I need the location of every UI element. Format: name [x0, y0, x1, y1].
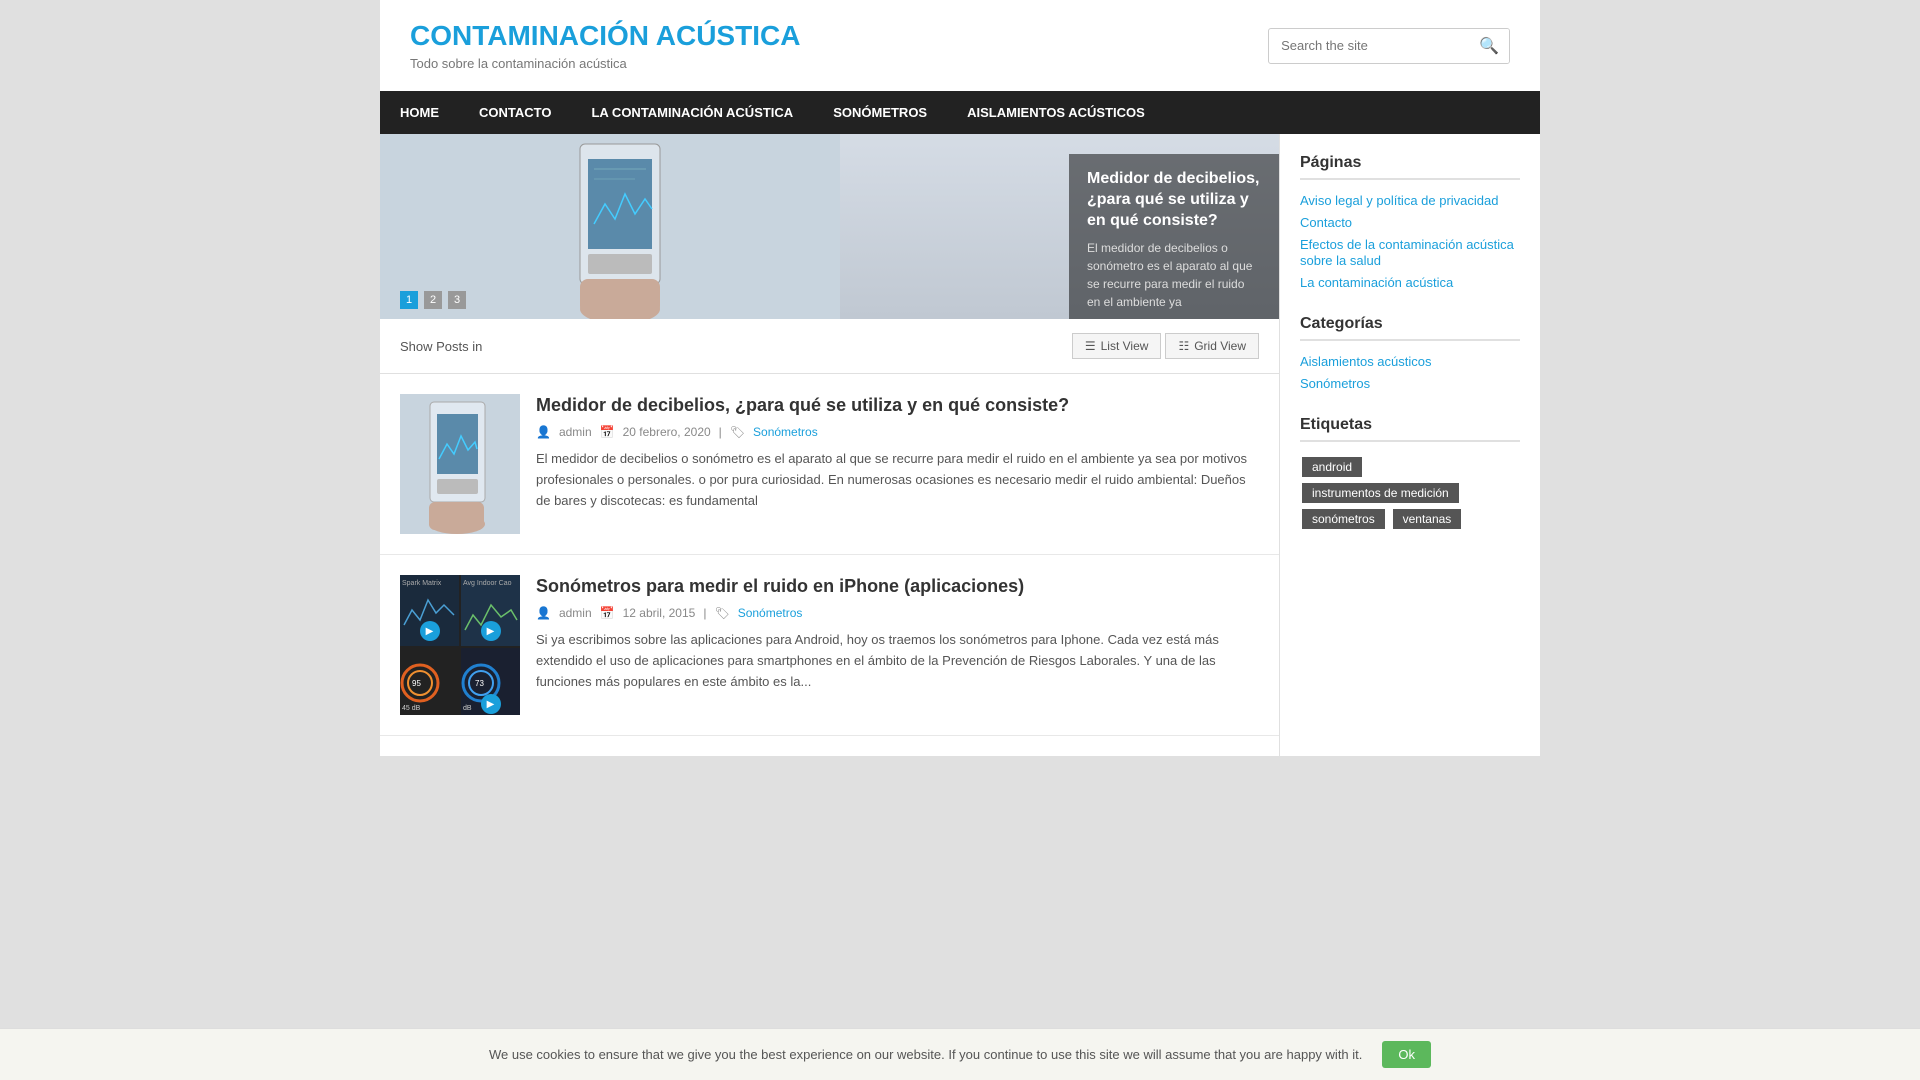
sidebar-tags-title: Etiquetas	[1300, 416, 1520, 442]
grid-icon: ☷	[1178, 339, 1189, 353]
separator-2: |	[703, 606, 706, 620]
header: CONTAMINACIÓN ACÚSTICA Todo sobre la con…	[380, 0, 1540, 91]
nav-contacto[interactable]: CONTACTO	[459, 91, 571, 134]
list-view-label: List View	[1101, 339, 1149, 353]
main-column: Medidor de decibelios, ¿para qué se util…	[380, 134, 1280, 756]
site-tagline: Todo sobre la contaminación acústica	[410, 56, 800, 71]
slider-dots: 1 2 3	[400, 291, 466, 309]
svg-text:45 dB: 45 dB	[402, 705, 421, 712]
tag-ventanas[interactable]: ventanas	[1393, 509, 1462, 529]
post-title-2[interactable]: Sonómetros para medir el ruido en iPhone…	[536, 575, 1259, 598]
post-item-2: Spark Matrix ▶ Avg Indoor Cao ▶	[380, 555, 1279, 736]
sidebar-cat-link-1[interactable]: Aislamientos acústicos	[1300, 354, 1432, 369]
list-icon: ☰	[1085, 339, 1096, 353]
sidebar-categories-title: Categorías	[1300, 315, 1520, 341]
view-buttons: ☰ List View ☷ Grid View	[1072, 333, 1259, 359]
grid-view-label: Grid View	[1194, 339, 1246, 353]
post-excerpt-2: Si ya escribimos sobre las aplicaciones …	[536, 630, 1259, 692]
list-item: Efectos de la contaminación acústica sob…	[1300, 236, 1520, 268]
post-thumbnail-1	[400, 394, 520, 534]
post-author-1: admin	[559, 425, 592, 439]
list-item: Aviso legal y política de privacidad	[1300, 192, 1520, 208]
post-date-2: 12 abril, 2015	[623, 606, 696, 620]
sidebar-pages: Páginas Aviso legal y política de privac…	[1300, 154, 1520, 290]
sidebar-page-link-4[interactable]: La contaminación acústica	[1300, 275, 1453, 290]
play-button-2[interactable]: ▶	[481, 621, 501, 641]
cookie-bar: We use cookies to ensure that we give yo…	[0, 1028, 1920, 1080]
slider-title: Medidor de decibelios, ¿para qué se util…	[1087, 169, 1261, 231]
author-icon-2: 👤	[536, 606, 551, 620]
tag-android[interactable]: android	[1302, 457, 1362, 477]
sidebar-categories-list: Aislamientos acústicos Sonómetros	[1300, 353, 1520, 391]
post-category-1[interactable]: Sonómetros	[753, 425, 818, 439]
search-icon: 🔍	[1479, 38, 1499, 55]
tag-sonometros[interactable]: sonómetros	[1302, 509, 1385, 529]
post-category-2[interactable]: Sonómetros	[738, 606, 803, 620]
tag-icon-2: 🏷	[714, 606, 729, 620]
list-item: Sonómetros	[1300, 375, 1520, 391]
list-item: Aislamientos acústicos	[1300, 353, 1520, 369]
nav-home[interactable]: HOME	[380, 91, 459, 134]
sidebar-tags: Etiquetas android instrumentos de medici…	[1300, 416, 1520, 532]
hero-slider: Medidor de decibelios, ¿para qué se util…	[380, 134, 1279, 319]
sidebar-pages-list: Aviso legal y política de privacidad Con…	[1300, 192, 1520, 290]
date-icon-2: 📅	[600, 606, 615, 620]
post-grid-image: Spark Matrix ▶ Avg Indoor Cao ▶	[400, 575, 520, 715]
tag-instrumentos[interactable]: instrumentos de medición	[1302, 483, 1459, 503]
sidebar-page-link-2[interactable]: Contacto	[1300, 215, 1352, 230]
search-box: 🔍	[1268, 28, 1510, 64]
content-area: Medidor de decibelios, ¿para qué se util…	[380, 134, 1540, 756]
site-title[interactable]: CONTAMINACIÓN ACÚSTICA	[410, 20, 800, 51]
slider-background: Medidor de decibelios, ¿para qué se util…	[380, 134, 1279, 319]
main-nav: HOME CONTACTO LA CONTAMINACIÓN ACÚSTICA …	[380, 91, 1540, 134]
post-meta-2: 👤 admin 📅 12 abril, 2015 | 🏷 Sonómetros	[536, 606, 1259, 620]
posts-header-label: Show Posts in	[400, 339, 482, 354]
slider-dot-3[interactable]: 3	[448, 291, 466, 309]
post-meta-1: 👤 admin 📅 20 febrero, 2020 | 🏷 Sonómetro…	[536, 425, 1259, 439]
sidebar: Páginas Aviso legal y política de privac…	[1280, 134, 1540, 756]
list-item: Contacto	[1300, 214, 1520, 230]
grid-view-button[interactable]: ☷ Grid View	[1165, 333, 1259, 359]
post-content-1: Medidor de decibelios, ¿para qué se util…	[536, 394, 1259, 534]
cookie-message: We use cookies to ensure that we give yo…	[489, 1047, 1362, 1062]
svg-text:Spark Matrix: Spark Matrix	[402, 580, 442, 587]
slider-excerpt: El medidor de decibelios o sonómetro es …	[1087, 239, 1261, 311]
sidebar-cat-link-2[interactable]: Sonómetros	[1300, 376, 1370, 391]
posts-header: Show Posts in ☰ List View ☷ Grid View	[380, 319, 1279, 374]
post-thumbnail-2: Spark Matrix ▶ Avg Indoor Cao ▶	[400, 575, 520, 715]
nav-aislamientos[interactable]: AISLAMIENTOS ACÚSTICOS	[947, 91, 1165, 134]
sidebar-page-link-3[interactable]: Efectos de la contaminación acústica sob…	[1300, 237, 1514, 268]
list-item: La contaminación acústica	[1300, 274, 1520, 290]
slider-dot-1[interactable]: 1	[400, 291, 418, 309]
nav-contaminacion[interactable]: LA CONTAMINACIÓN ACÚSTICA	[571, 91, 813, 134]
post-title-1[interactable]: Medidor de decibelios, ¿para qué se util…	[536, 394, 1259, 417]
svg-text:dB: dB	[463, 705, 472, 712]
author-icon: 👤	[536, 425, 551, 439]
tag-icon-1: 🏷	[730, 425, 745, 439]
play-button-3[interactable]: ▶	[481, 694, 501, 714]
cookie-ok-button[interactable]: Ok	[1382, 1041, 1431, 1068]
post-date-1: 20 febrero, 2020	[623, 425, 711, 439]
date-icon: 📅	[600, 425, 615, 439]
post-item: Medidor de decibelios, ¿para qué se util…	[380, 374, 1279, 555]
post-image-1	[400, 394, 520, 534]
slider-overlay: Medidor de decibelios, ¿para qué se util…	[1069, 154, 1279, 319]
play-button-1[interactable]: ▶	[420, 621, 440, 641]
svg-text:Avg Indoor Cao: Avg Indoor Cao	[463, 580, 512, 587]
post-excerpt-1: El medidor de decibelios o sonómetro es …	[536, 449, 1259, 511]
nav-sonometros[interactable]: SONÓMETROS	[813, 91, 947, 134]
list-view-button[interactable]: ☰ List View	[1072, 333, 1162, 359]
post-content-2: Sonómetros para medir el ruido en iPhone…	[536, 575, 1259, 715]
svg-text:73: 73	[475, 679, 484, 688]
search-button[interactable]: 🔍	[1469, 29, 1509, 63]
tags-container: android instrumentos de medición sonómet…	[1300, 454, 1520, 532]
slider-dot-2[interactable]: 2	[424, 291, 442, 309]
post-author-2: admin	[559, 606, 592, 620]
svg-text:95: 95	[412, 679, 421, 688]
separator-1: |	[719, 425, 722, 439]
sidebar-categories: Categorías Aislamientos acústicos Sonóme…	[1300, 315, 1520, 391]
sidebar-pages-title: Páginas	[1300, 154, 1520, 180]
search-input[interactable]	[1269, 31, 1469, 60]
sidebar-page-link-1[interactable]: Aviso legal y política de privacidad	[1300, 193, 1499, 208]
